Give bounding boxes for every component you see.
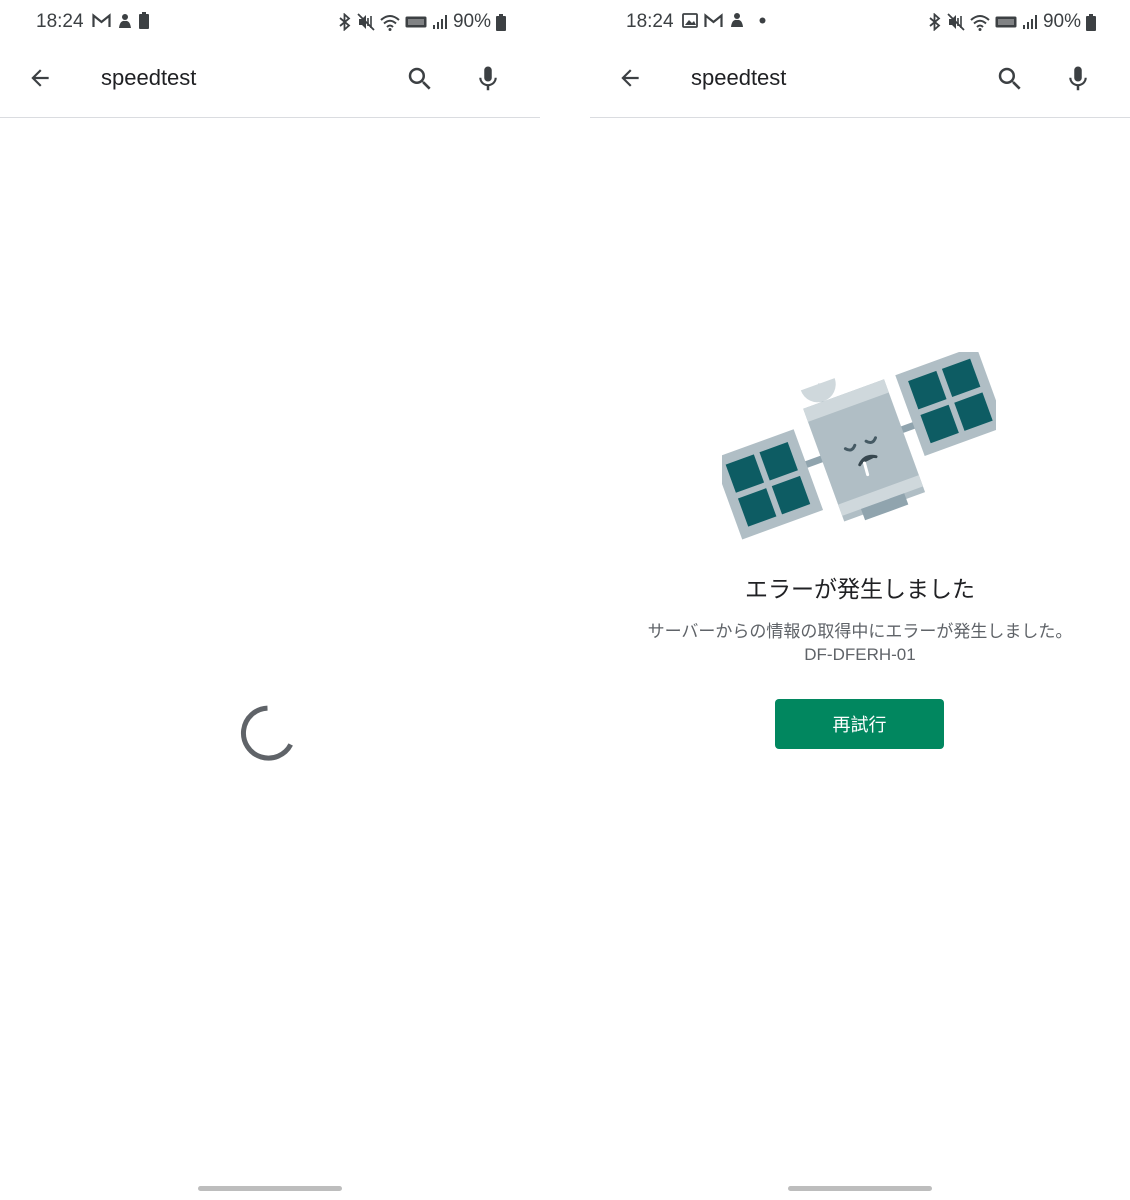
search-query[interactable]: speedtest <box>691 65 786 91</box>
battery-icon <box>1086 13 1096 31</box>
search-icon <box>998 67 1021 90</box>
wifi-icon <box>380 14 400 31</box>
voice-search-button[interactable] <box>1060 61 1096 97</box>
bluetooth-icon <box>338 13 352 31</box>
signal-icon <box>1022 14 1038 30</box>
search-icon <box>408 67 431 90</box>
notification-app-icon <box>729 12 745 28</box>
gmail-icon <box>92 13 111 28</box>
mute-icon <box>357 13 375 31</box>
battery-percent: 90% <box>452 11 491 32</box>
status-bar: 18:24 90% <box>590 0 1130 44</box>
microphone-icon <box>1069 66 1087 91</box>
loading-spinner <box>241 705 293 761</box>
notification-icons <box>682 12 766 28</box>
signal-icon <box>432 14 448 30</box>
search-bar: speedtest <box>0 44 540 118</box>
sad-satellite-illustration <box>722 352 996 540</box>
search-button[interactable] <box>992 61 1028 97</box>
microphone-icon <box>479 66 497 91</box>
notification-app-icon <box>117 13 133 29</box>
battery-percent: 90% <box>1042 11 1081 32</box>
volte-icon <box>405 16 427 28</box>
bluetooth-icon <box>928 13 942 31</box>
notification-icons <box>92 12 149 29</box>
gmail-icon <box>704 12 723 28</box>
retry-button[interactable]: 再試行 <box>775 699 944 749</box>
left-solar-panel <box>722 429 824 540</box>
volte-icon <box>995 16 1017 28</box>
back-arrow-icon <box>31 69 49 87</box>
back-button[interactable] <box>24 62 56 94</box>
search-button[interactable] <box>402 61 438 97</box>
error-title: エラーが発生しました <box>745 576 975 602</box>
system-status: 90% <box>338 11 506 33</box>
right-solar-panel <box>895 352 996 457</box>
back-arrow-icon <box>621 69 639 87</box>
back-button[interactable] <box>614 62 646 94</box>
gesture-nav-handle[interactable] <box>788 1186 932 1191</box>
error-screen: 18:24 90% speedtest エラーが発生しました サーバーからの情報… <box>590 0 1130 1200</box>
image-icon <box>682 12 698 28</box>
battery-icon <box>496 13 506 31</box>
loading-screen: 18:24 90% speedtest <box>0 0 540 1200</box>
mute-icon <box>947 13 965 31</box>
battery-small-icon <box>139 12 149 29</box>
status-bar: 18:24 90% <box>0 0 540 44</box>
dot-icon <box>759 17 766 24</box>
status-time: 18:24 <box>36 11 84 32</box>
error-message: サーバーからの情報の取得中にエラーが発生しました。 <box>647 622 1073 641</box>
search-bar: speedtest <box>590 44 1130 118</box>
system-status: 90% <box>928 11 1096 33</box>
status-time: 18:24 <box>626 11 674 32</box>
voice-search-button[interactable] <box>470 61 506 97</box>
error-code: DF-DFERH-01 <box>804 645 916 664</box>
search-query[interactable]: speedtest <box>101 65 196 91</box>
wifi-icon <box>970 14 990 31</box>
gesture-nav-handle[interactable] <box>198 1186 342 1191</box>
